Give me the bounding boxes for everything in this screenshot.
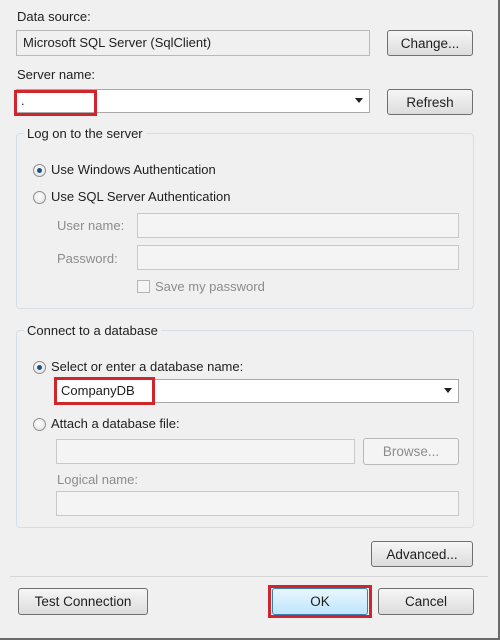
save-password-label[interactable]: Save my password	[155, 279, 265, 294]
database-group-title: Connect to a database	[24, 323, 161, 338]
change-button[interactable]: Change...	[387, 30, 473, 56]
data-source-field: Microsoft SQL Server (SqlClient)	[16, 30, 370, 56]
save-password-checkbox[interactable]	[137, 280, 150, 293]
footer-divider	[10, 576, 488, 577]
add-connection-dialog: Data source: Microsoft SQL Server (SqlCl…	[0, 0, 500, 640]
test-connection-button[interactable]: Test Connection	[18, 588, 148, 615]
server-name-highlight	[14, 90, 97, 116]
cancel-button[interactable]: Cancel	[378, 588, 474, 615]
refresh-button[interactable]: Refresh	[387, 89, 473, 115]
data-source-label: Data source:	[17, 9, 91, 24]
logon-group-title: Log on to the server	[24, 126, 146, 141]
logical-name-label: Logical name:	[57, 472, 138, 487]
attach-database-radio[interactable]	[33, 418, 46, 431]
advanced-button[interactable]: Advanced...	[371, 541, 473, 567]
database-file-input[interactable]	[56, 439, 355, 464]
ok-button-highlight	[268, 585, 372, 618]
chevron-down-icon[interactable]	[444, 388, 452, 393]
windows-auth-label[interactable]: Use Windows Authentication	[51, 162, 216, 177]
radio-selected-dot	[37, 365, 42, 370]
windows-auth-radio[interactable]	[33, 164, 46, 177]
logical-name-input[interactable]	[56, 491, 459, 516]
user-name-label: User name:	[57, 218, 125, 233]
user-name-input[interactable]	[137, 213, 459, 238]
password-input[interactable]	[137, 245, 459, 270]
sql-auth-label[interactable]: Use SQL Server Authentication	[51, 189, 230, 204]
select-database-radio[interactable]	[33, 361, 46, 374]
select-database-label[interactable]: Select or enter a database name:	[51, 359, 243, 374]
server-name-label: Server name:	[17, 67, 96, 82]
chevron-down-icon[interactable]	[355, 98, 363, 103]
sql-auth-radio[interactable]	[33, 191, 46, 204]
attach-database-label[interactable]: Attach a database file:	[51, 416, 180, 431]
password-label: Password:	[57, 251, 118, 266]
browse-button[interactable]: Browse...	[363, 438, 459, 465]
radio-selected-dot	[37, 168, 42, 173]
database-name-highlight	[54, 377, 155, 405]
